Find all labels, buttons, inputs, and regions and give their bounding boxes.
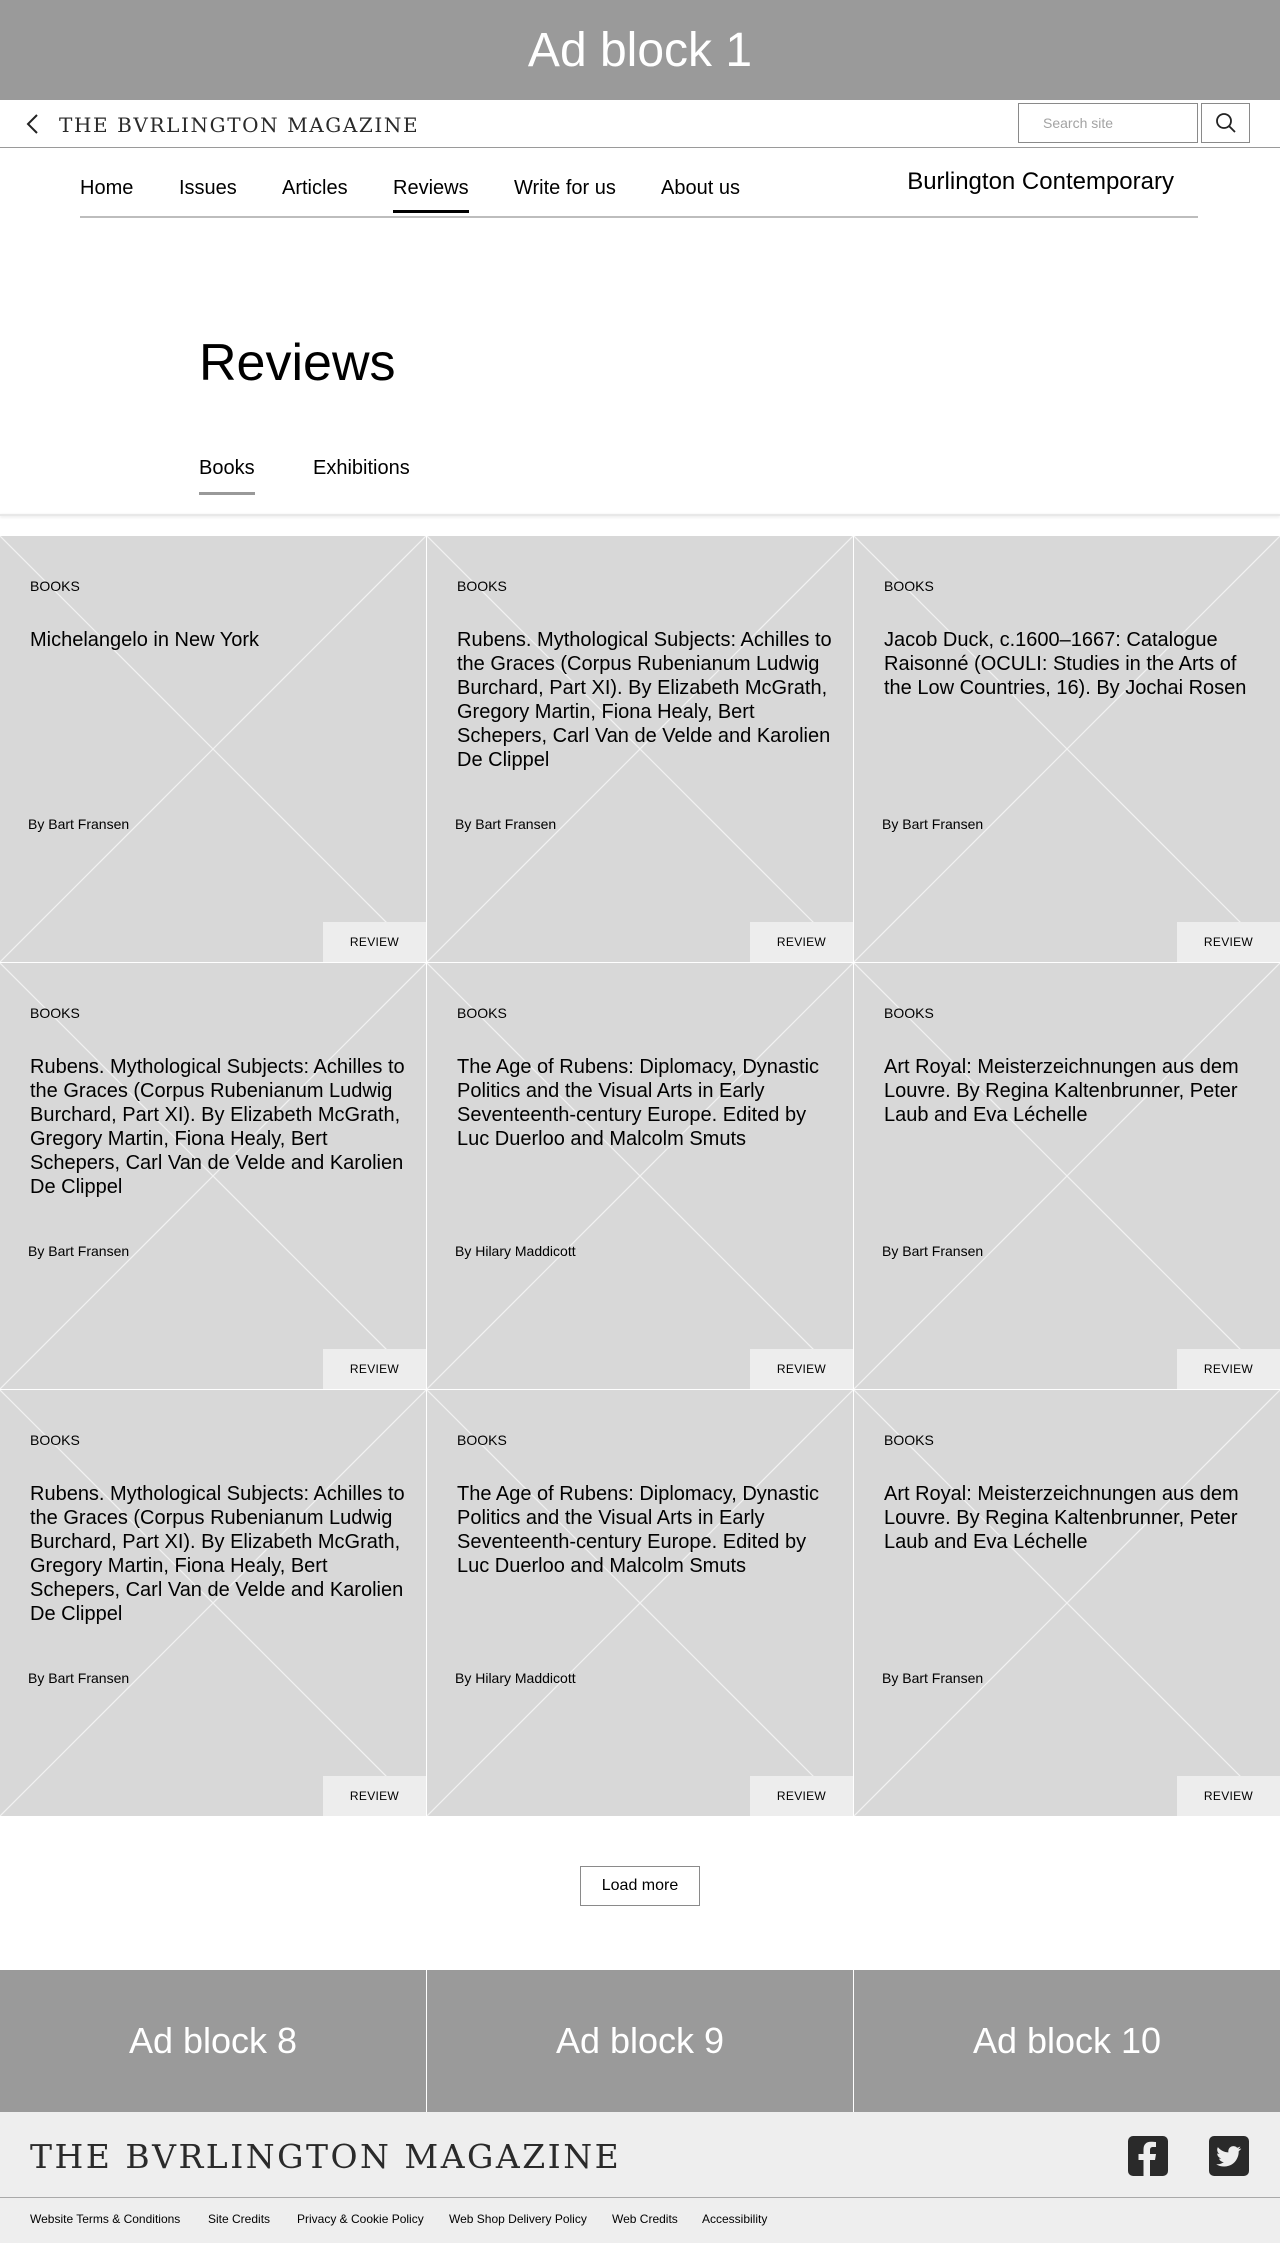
- card-title[interactable]: Rubens. Mythological Subjects: Achilles …: [30, 1055, 410, 1199]
- image-placeholder: [854, 1390, 1280, 1816]
- nav-item-articles[interactable]: Articles: [282, 176, 348, 210]
- card-category: BOOKS: [457, 1005, 507, 1021]
- card-type-badge: REVIEW: [750, 1776, 853, 1816]
- load-more-button[interactable]: Load more: [580, 1866, 700, 1906]
- review-card[interactable]: BOOKS Art Royal: Meisterzeichnungen aus …: [854, 1390, 1280, 1816]
- card-category: BOOKS: [457, 1432, 507, 1448]
- image-placeholder: [0, 536, 426, 962]
- section-divider: [0, 514, 1280, 516]
- card-byline: By Bart Fransen: [882, 1243, 984, 1259]
- review-card[interactable]: BOOKS The Age of Rubens: Diplomacy, Dyna…: [427, 1390, 853, 1816]
- card-title[interactable]: The Age of Rubens: Diplomacy, Dynastic P…: [457, 1055, 837, 1151]
- card-category: BOOKS: [884, 578, 934, 594]
- image-placeholder: [854, 536, 1280, 962]
- card-type-badge: REVIEW: [1177, 1349, 1280, 1389]
- card-byline: By Bart Fransen: [28, 1243, 130, 1259]
- image-placeholder: [854, 963, 1280, 1389]
- search-icon: [1215, 113, 1236, 133]
- card-type-badge: REVIEW: [323, 1776, 426, 1816]
- nav-item-reviews[interactable]: Reviews: [393, 176, 469, 213]
- card-type-badge: REVIEW: [323, 922, 426, 962]
- card-type-badge: REVIEW: [1177, 1776, 1280, 1816]
- card-byline: By Bart Fransen: [455, 816, 557, 832]
- footer-logo[interactable]: THE BVRLINGTON MAGAZINE: [30, 2134, 621, 2180]
- card-byline: By Bart Fransen: [28, 1670, 130, 1686]
- nav-item-issues[interactable]: Issues: [179, 176, 237, 210]
- search-button[interactable]: [1201, 103, 1250, 143]
- card-title[interactable]: The Age of Rubens: Diplomacy, Dynastic P…: [457, 1482, 837, 1578]
- review-card[interactable]: BOOKS The Age of Rubens: Diplomacy, Dyna…: [427, 963, 853, 1389]
- image-placeholder: [427, 1390, 853, 1816]
- footer-link-web-credits[interactable]: Web Credits: [612, 2212, 678, 2226]
- card-title[interactable]: Rubens. Mythological Subjects: Achilles …: [457, 628, 837, 772]
- bottom-ad-row: Ad block 8 Ad block 9 Ad block 10: [0, 1970, 1280, 2112]
- footer-divider: [0, 2197, 1280, 2198]
- ad-block-10[interactable]: Ad block 10: [854, 1970, 1280, 2112]
- card-byline: By Bart Fransen: [882, 1670, 984, 1686]
- card-category: BOOKS: [30, 1005, 80, 1021]
- tab-exhibitions[interactable]: Exhibitions: [313, 456, 410, 492]
- top-bar: THE BVRLINGTON MAGAZINE: [0, 100, 1280, 148]
- card-byline: By Bart Fransen: [28, 816, 130, 832]
- footer-link-delivery[interactable]: Web Shop Delivery Policy: [449, 2212, 587, 2226]
- card-category: BOOKS: [884, 1005, 934, 1021]
- footer-link-privacy[interactable]: Privacy & Cookie Policy: [297, 2212, 424, 2226]
- card-byline: By Hilary Maddicott: [455, 1670, 576, 1686]
- back-arrow-icon[interactable]: [22, 112, 46, 136]
- review-card[interactable]: BOOKS Jacob Duck, c.1600–1667: Catalogue…: [854, 536, 1280, 962]
- card-title[interactable]: Art Royal: Meisterzeichnungen aus dem Lo…: [884, 1482, 1264, 1554]
- facebook-icon[interactable]: [1128, 2136, 1168, 2176]
- card-category: BOOKS: [30, 1432, 80, 1448]
- page-title: Reviews: [199, 334, 396, 392]
- review-card[interactable]: BOOKS Rubens. Mythological Subjects: Ach…: [427, 536, 853, 962]
- burlington-contemporary-link[interactable]: Burlington Contemporary: [907, 168, 1174, 196]
- site-logo[interactable]: THE BVRLINGTON MAGAZINE: [59, 110, 419, 140]
- card-title[interactable]: Rubens. Mythological Subjects: Achilles …: [30, 1482, 410, 1626]
- review-card[interactable]: BOOKS Rubens. Mythological Subjects: Ach…: [0, 963, 426, 1389]
- main-nav: Home Issues Articles Reviews Write for u…: [80, 148, 1198, 218]
- twitter-icon[interactable]: [1209, 2136, 1249, 2176]
- card-title[interactable]: Michelangelo in New York: [30, 628, 410, 652]
- search-input[interactable]: [1018, 103, 1198, 143]
- footer-link-terms[interactable]: Website Terms & Conditions: [30, 2212, 180, 2226]
- card-type-badge: REVIEW: [323, 1349, 426, 1389]
- tab-books[interactable]: Books: [199, 456, 255, 495]
- card-type-badge: REVIEW: [750, 922, 853, 962]
- review-card[interactable]: BOOKS Rubens. Mythological Subjects: Ach…: [0, 1390, 426, 1816]
- card-type-badge: REVIEW: [750, 1349, 853, 1389]
- ad-block-top[interactable]: Ad block 1: [0, 0, 1280, 100]
- card-category: BOOKS: [30, 578, 80, 594]
- review-grid: BOOKS Michelangelo in New York By Bart F…: [0, 536, 1280, 1816]
- card-byline: By Bart Fransen: [882, 816, 984, 832]
- ad-block-9[interactable]: Ad block 9: [427, 1970, 853, 2112]
- card-category: BOOKS: [457, 578, 507, 594]
- image-placeholder: [427, 963, 853, 1389]
- review-card[interactable]: BOOKS Michelangelo in New York By Bart F…: [0, 536, 426, 962]
- card-byline: By Hilary Maddicott: [455, 1243, 576, 1259]
- review-card[interactable]: BOOKS Art Royal: Meisterzeichnungen aus …: [854, 963, 1280, 1389]
- ad-block-8[interactable]: Ad block 8: [0, 1970, 426, 2112]
- card-category: BOOKS: [884, 1432, 934, 1448]
- nav-item-home[interactable]: Home: [80, 176, 133, 210]
- footer-link-site-credits[interactable]: Site Credits: [208, 2212, 270, 2226]
- footer-link-accessibility[interactable]: Accessibility: [702, 2212, 767, 2226]
- nav-item-write-for-us[interactable]: Write for us: [514, 176, 616, 210]
- card-type-badge: REVIEW: [1177, 922, 1280, 962]
- footer: THE BVRLINGTON MAGAZINE Website Terms & …: [0, 2112, 1280, 2243]
- card-title[interactable]: Jacob Duck, c.1600–1667: Catalogue Raiso…: [884, 628, 1264, 700]
- card-title[interactable]: Art Royal: Meisterzeichnungen aus dem Lo…: [884, 1055, 1264, 1127]
- nav-item-about-us[interactable]: About us: [661, 176, 740, 210]
